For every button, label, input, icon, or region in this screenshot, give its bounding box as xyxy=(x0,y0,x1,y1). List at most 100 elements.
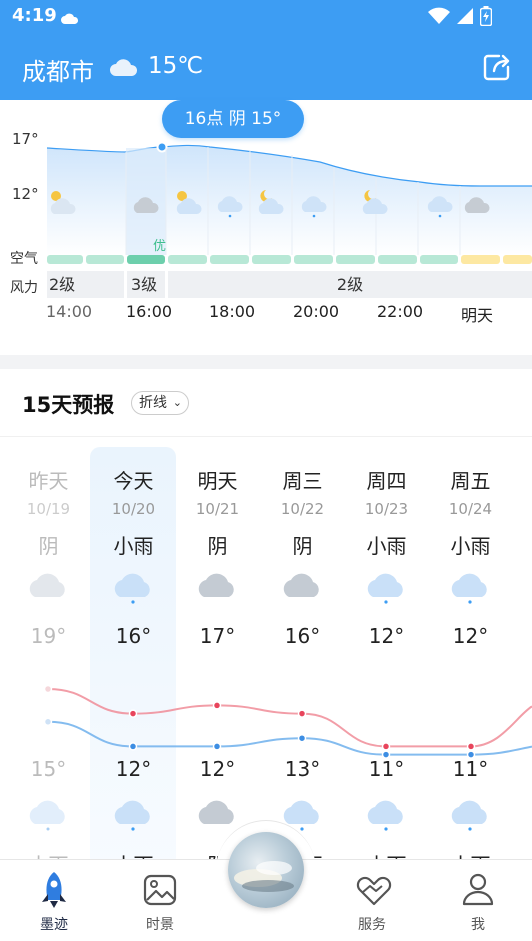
day-name: 周四 xyxy=(366,469,407,493)
air-quality-label: 空气 xyxy=(10,251,38,267)
low-temp-point xyxy=(128,742,138,751)
aqi-cell xyxy=(336,255,375,264)
nav-item-scenery[interactable]: 时景 xyxy=(120,860,200,941)
low-temp-point xyxy=(212,742,222,751)
aqi-cell-moderate xyxy=(503,255,532,264)
nav-label: 墨迹 xyxy=(40,917,68,933)
day-high-temp: 12° xyxy=(368,624,405,648)
day-name: 周三 xyxy=(282,469,323,493)
day-condition: 阴 xyxy=(38,534,59,558)
battery-icon xyxy=(479,6,493,30)
cloudy-icon xyxy=(108,56,140,82)
hour-label: 18:00 xyxy=(209,302,256,321)
day-condition: 小雨 xyxy=(366,534,407,558)
hour-label: 20:00 xyxy=(293,302,340,321)
current-temperature: 15℃ xyxy=(148,53,204,79)
current-hour-dot xyxy=(156,141,168,153)
light-rain-icon xyxy=(26,794,70,838)
chart-mode-toggle[interactable]: 折线 ⌄ xyxy=(131,391,189,415)
day-high-temp: 12° xyxy=(452,624,489,648)
nav-item-services[interactable]: 服务 xyxy=(332,860,412,941)
chevron-down-icon: ⌄ xyxy=(172,396,182,409)
rocket-icon xyxy=(36,870,72,914)
share-icon xyxy=(483,54,510,81)
day-name: 昨天 xyxy=(28,469,69,493)
cloudy-icon xyxy=(280,567,324,605)
hourly-tooltip: 16点 阴 15° xyxy=(162,100,304,138)
nav-item-me[interactable]: 我 xyxy=(438,860,518,941)
day-date: 10/20 xyxy=(111,500,156,518)
person-icon xyxy=(460,870,496,914)
day-high-temp: 17° xyxy=(199,624,236,648)
chart-mode-label: 折线 xyxy=(139,395,167,411)
light-rain-icon xyxy=(364,794,408,838)
aqi-cell xyxy=(168,255,207,264)
day-condition: 阴 xyxy=(292,534,313,558)
wifi-icon xyxy=(428,7,450,29)
status-time: 4:19 xyxy=(12,5,57,26)
day-date: 10/23 xyxy=(364,500,409,518)
wind-label: 风力 xyxy=(10,280,38,296)
section-divider xyxy=(0,355,532,369)
scenery-camera-button[interactable] xyxy=(228,832,304,908)
high-temp-point xyxy=(466,742,476,751)
light-rain-icon xyxy=(364,567,408,611)
cloud-status-icon xyxy=(60,10,80,29)
picture-icon xyxy=(142,870,178,914)
day-name: 今天 xyxy=(113,469,154,493)
day-high-temp: 16° xyxy=(284,624,321,648)
high-temp-point xyxy=(212,701,222,710)
share-button[interactable] xyxy=(482,52,512,86)
light-rain-icon xyxy=(111,567,155,611)
aqi-cell xyxy=(252,255,291,264)
aqi-cell xyxy=(86,255,124,264)
day-date: 10/21 xyxy=(195,500,240,518)
light-rain-icon xyxy=(448,794,492,838)
day-condition: 阴 xyxy=(207,534,228,558)
day-date: 10/24 xyxy=(448,500,493,518)
high-temp-point xyxy=(297,709,307,718)
aqi-cell xyxy=(47,255,83,264)
low-temp-point xyxy=(43,717,53,727)
title-bar: 成都市 15℃ xyxy=(0,40,532,96)
air-quality-badge: 优 xyxy=(153,239,167,254)
daily-forecast: 15天预报 折线 ⌄ 昨天 10/19 阴 19° 15° 小雨 今天 10/2… xyxy=(0,369,532,877)
high-temp-point xyxy=(43,684,53,694)
day-name: 明天 xyxy=(197,469,238,493)
day-date: 10/19 xyxy=(26,500,71,518)
daily-temperature-chart xyxy=(43,684,532,759)
hour-label: 16:00 xyxy=(126,302,173,321)
high-temp-point xyxy=(128,709,138,718)
low-temp-point xyxy=(466,750,476,759)
cloudy-icon xyxy=(195,794,239,832)
signal-icon xyxy=(456,7,474,29)
aqi-cell xyxy=(378,255,417,264)
cloudy-icon xyxy=(26,567,70,605)
day-condition: 小雨 xyxy=(113,534,154,558)
low-temp-point xyxy=(381,750,391,759)
aqi-cell xyxy=(420,255,458,264)
hour-label: 14:00 xyxy=(46,302,93,321)
nav-item-moji[interactable]: 墨迹 xyxy=(14,860,94,941)
light-rain-icon xyxy=(448,567,492,611)
day-condition: 小雨 xyxy=(450,534,491,558)
heart-hands-icon xyxy=(354,870,394,914)
aqi-cell xyxy=(294,255,333,264)
cloudy-icon xyxy=(195,567,239,605)
day-high-temp: 19° xyxy=(30,624,67,648)
hourly-forecast: 16点 阴 15° 17° 12° 优 空气 风力 2级 3级 2级 14:00… xyxy=(0,100,532,355)
nav-label: 我 xyxy=(471,917,485,933)
status-bar: 4:19 xyxy=(0,0,532,32)
daily-title: 15天预报 xyxy=(22,393,115,417)
hour-label: 22:00 xyxy=(377,302,424,321)
wind-level-cell: 2级 xyxy=(47,271,124,298)
hour-label: 明天 xyxy=(461,306,494,325)
sky-photo-icon xyxy=(234,861,294,892)
y-axis-label-low: 12° xyxy=(12,185,39,203)
daily-header-divider xyxy=(0,436,532,437)
aqi-cell-moderate xyxy=(461,255,500,264)
aqi-cell-current xyxy=(127,255,165,264)
day-date: 10/22 xyxy=(280,500,325,518)
y-axis-label-high: 17° xyxy=(12,130,39,148)
city-name[interactable]: 成都市 xyxy=(22,52,94,87)
